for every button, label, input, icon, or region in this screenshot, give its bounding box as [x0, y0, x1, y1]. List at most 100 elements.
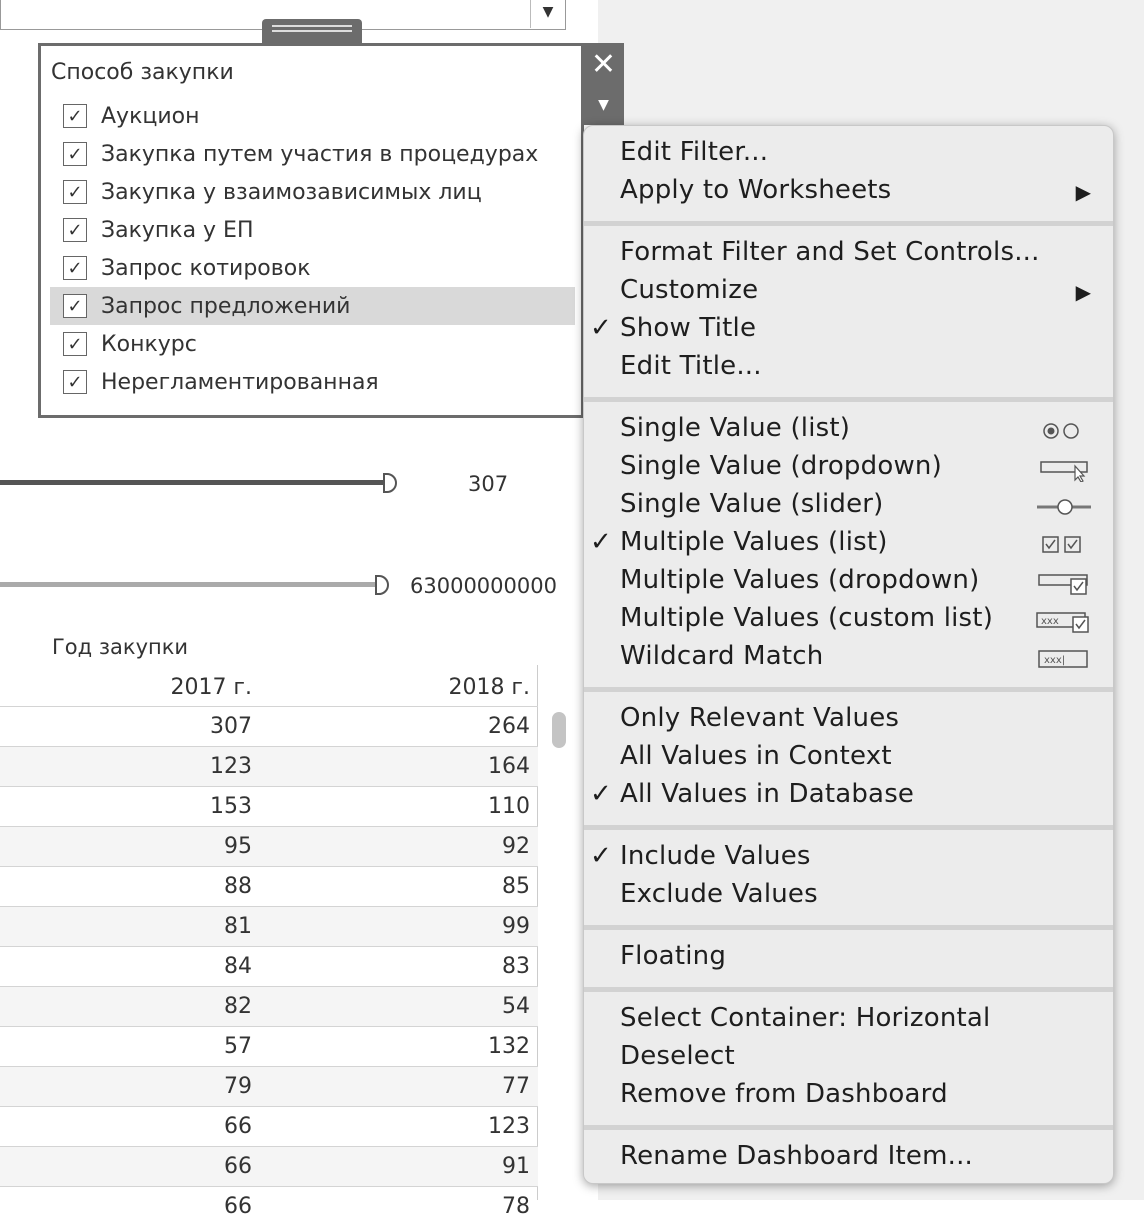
menu-separator	[584, 925, 1113, 930]
menu-item-label: Apply to Worksheets	[620, 175, 892, 205]
checkmark-icon: ✓	[590, 527, 612, 557]
menu-item-label: Multiple Values (dropdown)	[620, 565, 980, 595]
menu-item-floating[interactable]: Floating	[584, 940, 1113, 978]
table-row[interactable]: 123 164	[0, 746, 538, 786]
menu-item-label: All Values in Database	[620, 779, 915, 809]
menu-item-remove-from-dashboard[interactable]: Remove from Dashboard	[584, 1078, 1113, 1116]
checkbox[interactable]: ✓	[63, 332, 87, 356]
menu-separator	[584, 397, 1113, 402]
table-row[interactable]: 307 264	[0, 706, 538, 746]
menu-item-label: Single Value (slider)	[620, 489, 884, 519]
menu-item-label: Multiple Values (list)	[620, 527, 888, 557]
menu-item-exclude-values[interactable]: Exclude Values	[584, 878, 1113, 916]
filter-option-single-supplier[interactable]: ✓ Закупка у ЕП	[50, 211, 575, 249]
menu-separator	[584, 221, 1113, 226]
chevron-down-icon[interactable]: ▼	[530, 0, 565, 28]
checkbox[interactable]: ✓	[63, 218, 87, 242]
close-button[interactable]: ✕	[583, 43, 624, 85]
table-row[interactable]: 84 83	[0, 946, 538, 986]
table-cell: 164	[488, 754, 530, 779]
menu-item-all-values-in-database[interactable]: ✓ All Values in Database	[584, 778, 1113, 816]
menu-item-single-value-slider[interactable]: Single Value (slider)	[584, 488, 1113, 526]
table-row[interactable]: 88 85	[0, 866, 538, 906]
menu-item-single-value-list[interactable]: Single Value (list)	[584, 412, 1113, 450]
menu-item-multiple-values-list[interactable]: ✓ Multiple Values (list)	[584, 526, 1113, 564]
slider-value: 63000000000	[410, 574, 557, 598]
menu-item-rename-dashboard-item[interactable]: Rename Dashboard Item...	[584, 1140, 1113, 1178]
table-cell: 54	[502, 994, 530, 1019]
menu-item-wildcard-match[interactable]: Wildcard Match xxx|	[584, 640, 1113, 678]
table-cell: 57	[224, 1034, 252, 1059]
filter-option-auction[interactable]: ✓ Аукцион	[50, 97, 575, 135]
table-row[interactable]: 57 132	[0, 1026, 538, 1066]
menu-item-edit-title[interactable]: Edit Title...	[584, 350, 1113, 388]
submenu-arrow-icon: ▶	[1075, 180, 1091, 204]
menu-item-label: Edit Filter...	[620, 137, 769, 167]
table-row[interactable]: 66 78	[0, 1186, 538, 1226]
menu-item-select-container[interactable]: Select Container: Horizontal	[584, 1002, 1113, 1040]
menu-item-label: Deselect	[620, 1041, 735, 1071]
column-header[interactable]: 2017 г.	[0, 675, 252, 700]
table-row[interactable]: 79 77	[0, 1066, 538, 1106]
menu-item-single-value-dropdown[interactable]: Single Value (dropdown)	[584, 450, 1113, 488]
checkbox[interactable]: ✓	[63, 180, 87, 204]
checkbox[interactable]: ✓	[63, 142, 87, 166]
table-cell: 66	[224, 1194, 252, 1219]
filter-option-proposals[interactable]: ✓ Запрос предложений	[50, 287, 575, 325]
filter-option-unregulated[interactable]: ✓ Нерегламентированная	[50, 363, 575, 401]
menu-item-apply-to-worksheets[interactable]: Apply to Worksheets ▶	[584, 174, 1113, 212]
column-header[interactable]: 2018 г.	[300, 675, 530, 700]
menu-item-format-filter[interactable]: Format Filter and Set Controls...	[584, 236, 1113, 274]
filter-option-label: Закупка у взаимозависимых лиц	[101, 179, 482, 205]
svg-text:xxx: xxx	[1041, 616, 1059, 627]
slider-handle[interactable]	[375, 575, 389, 595]
menu-item-multiple-values-custom-list[interactable]: Multiple Values (custom list) xxx	[584, 602, 1113, 640]
menu-item-only-relevant-values[interactable]: Only Relevant Values	[584, 702, 1113, 740]
table-row[interactable]: 66 91	[0, 1146, 538, 1186]
grip-line	[272, 25, 352, 27]
checkbox[interactable]: ✓	[63, 104, 87, 128]
filter-option-contest[interactable]: ✓ Конкурс	[50, 325, 575, 363]
filter-option-quotations[interactable]: ✓ Запрос котировок	[50, 249, 575, 287]
table-row[interactable]: 95 92	[0, 826, 538, 866]
table-row[interactable]: 66 123	[0, 1106, 538, 1146]
table-row[interactable]: 82 54	[0, 986, 538, 1026]
table-cell: 66	[224, 1114, 252, 1139]
menu-item-label: Single Value (dropdown)	[620, 451, 942, 481]
filter-card[interactable]: Способ закупки ✓ Аукцион ✓ Закупка путем…	[38, 43, 584, 418]
menu-item-edit-filter[interactable]: Edit Filter...	[584, 136, 1113, 174]
filter-option-procedures[interactable]: ✓ Закупка путем участия в процедурах	[50, 135, 575, 173]
menu-item-include-values[interactable]: ✓ Include Values	[584, 840, 1113, 878]
table-cell: 264	[488, 714, 530, 739]
menu-item-multiple-values-dropdown[interactable]: Multiple Values (dropdown)	[584, 564, 1113, 602]
menu-item-deselect[interactable]: Deselect	[584, 1040, 1113, 1078]
more-options-button[interactable]: ▼	[583, 85, 624, 125]
scrollbar-thumb[interactable]	[552, 712, 566, 748]
checkmark-icon: ✓	[590, 313, 612, 343]
checkbox[interactable]: ✓	[63, 370, 87, 394]
table-cell: 88	[224, 874, 252, 899]
table-cell: 78	[502, 1194, 530, 1219]
table-row[interactable]: 153 110	[0, 786, 538, 826]
checkbox[interactable]: ✓	[63, 256, 87, 280]
scrollbar-track[interactable]	[542, 706, 572, 1200]
checkbox[interactable]: ✓	[63, 294, 87, 318]
menu-item-show-title[interactable]: ✓ Show Title	[584, 312, 1113, 350]
drag-handle[interactable]	[262, 19, 362, 45]
table-cell: 81	[224, 914, 252, 939]
range-slider-track[interactable]	[0, 582, 378, 587]
menu-item-all-values-in-context[interactable]: All Values in Context	[584, 740, 1113, 778]
table-row[interactable]: 81 99	[0, 906, 538, 946]
menu-item-label: Floating	[620, 941, 727, 971]
svg-text:xxx|: xxx|	[1044, 655, 1065, 666]
table-cell: 79	[224, 1074, 252, 1099]
menu-item-label: Format Filter and Set Controls...	[620, 237, 1040, 267]
filter-option-related-parties[interactable]: ✓ Закупка у взаимозависимых лиц	[50, 173, 575, 211]
radio-buttons-icon	[1043, 423, 1079, 439]
menu-item-label: Only Relevant Values	[620, 703, 900, 733]
range-slider-track[interactable]	[0, 480, 385, 485]
menu-item-customize[interactable]: Customize ▶	[584, 274, 1113, 312]
filter-option-label: Закупка у ЕП	[101, 217, 254, 243]
slider-handle[interactable]	[383, 473, 397, 493]
filter-list: ✓ Аукцион ✓ Закупка путем участия в проц…	[50, 97, 575, 401]
